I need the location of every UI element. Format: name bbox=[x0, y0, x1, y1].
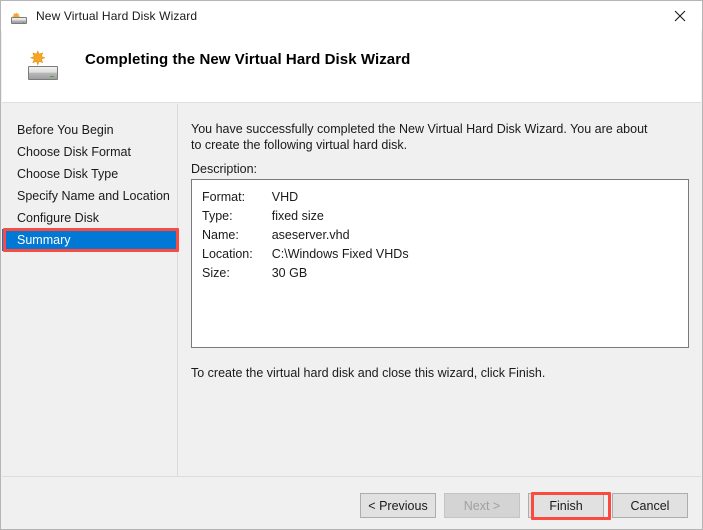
description-key-location: Location: bbox=[202, 247, 253, 261]
hard-disk-new-icon bbox=[28, 50, 58, 80]
sidebar-item-choose-disk-format[interactable]: Choose Disk Format bbox=[2, 141, 177, 163]
description-key-size: Size: bbox=[202, 266, 230, 280]
description-value-format: VHD bbox=[271, 190, 299, 204]
sidebar-item-summary[interactable]: Summary bbox=[2, 229, 176, 251]
description-key-name: Name: bbox=[202, 228, 239, 242]
hard-disk-new-icon bbox=[11, 8, 27, 24]
table-row: Format: VHD bbox=[202, 189, 409, 208]
page-title: Completing the New Virtual Hard Disk Wiz… bbox=[85, 51, 411, 68]
wizard-steps-sidebar: Before You Begin Choose Disk Format Choo… bbox=[2, 104, 178, 476]
intro-text: You have successfully completed the New … bbox=[191, 122, 648, 152]
window-title: New Virtual Hard Disk Wizard bbox=[36, 9, 198, 23]
finish-button[interactable]: Finish bbox=[528, 493, 604, 518]
description-key-type: Type: bbox=[202, 209, 233, 223]
sidebar-item-specify-name-and-location[interactable]: Specify Name and Location bbox=[2, 185, 177, 207]
wizard-window: New Virtual Hard Disk Wizard Completing … bbox=[0, 0, 703, 530]
table-row: Location: C:\Windows Fixed VHDs bbox=[202, 246, 409, 265]
description-label: Description: bbox=[191, 162, 257, 176]
previous-button[interactable]: < Previous bbox=[360, 493, 436, 518]
wizard-footer: < Previous Next > Finish Cancel bbox=[2, 476, 701, 529]
title-bar: New Virtual Hard Disk Wizard bbox=[1, 1, 702, 31]
description-value-name: aseserver.vhd bbox=[271, 228, 350, 242]
new-item-star-icon bbox=[29, 50, 46, 67]
wizard-content: You have successfully completed the New … bbox=[179, 104, 701, 476]
next-button: Next > bbox=[444, 493, 520, 518]
wizard-header: Completing the New Virtual Hard Disk Wiz… bbox=[2, 31, 701, 103]
description-value-type: fixed size bbox=[271, 209, 324, 223]
sidebar-item-choose-disk-type[interactable]: Choose Disk Type bbox=[2, 163, 177, 185]
close-icon bbox=[674, 10, 685, 21]
description-value-size: 30 GB bbox=[271, 266, 308, 280]
table-row: Type: fixed size bbox=[202, 208, 409, 227]
table-row: Size: 30 GB bbox=[202, 265, 409, 284]
cancel-button[interactable]: Cancel bbox=[612, 493, 688, 518]
button-row: < Previous Next > Finish Cancel bbox=[360, 493, 688, 518]
table-row: Name: aseserver.vhd bbox=[202, 227, 409, 246]
outro-text: To create the virtual hard disk and clos… bbox=[191, 366, 546, 380]
disk-body-icon bbox=[11, 16, 27, 24]
description-table: Format: VHD Type: fixed size Name: asese… bbox=[202, 189, 409, 284]
description-key-format: Format: bbox=[202, 190, 246, 204]
description-box: Format: VHD Type: fixed size Name: asese… bbox=[191, 179, 689, 348]
new-item-star-icon bbox=[11, 8, 21, 21]
close-button[interactable] bbox=[657, 1, 702, 30]
disk-body-icon bbox=[28, 66, 58, 80]
disk-led-icon bbox=[22, 21, 25, 23]
disk-led-icon bbox=[50, 75, 54, 78]
sidebar-item-configure-disk[interactable]: Configure Disk bbox=[2, 207, 177, 229]
sidebar-item-before-you-begin[interactable]: Before You Begin bbox=[2, 119, 177, 141]
description-value-location: C:\Windows Fixed VHDs bbox=[271, 247, 409, 261]
